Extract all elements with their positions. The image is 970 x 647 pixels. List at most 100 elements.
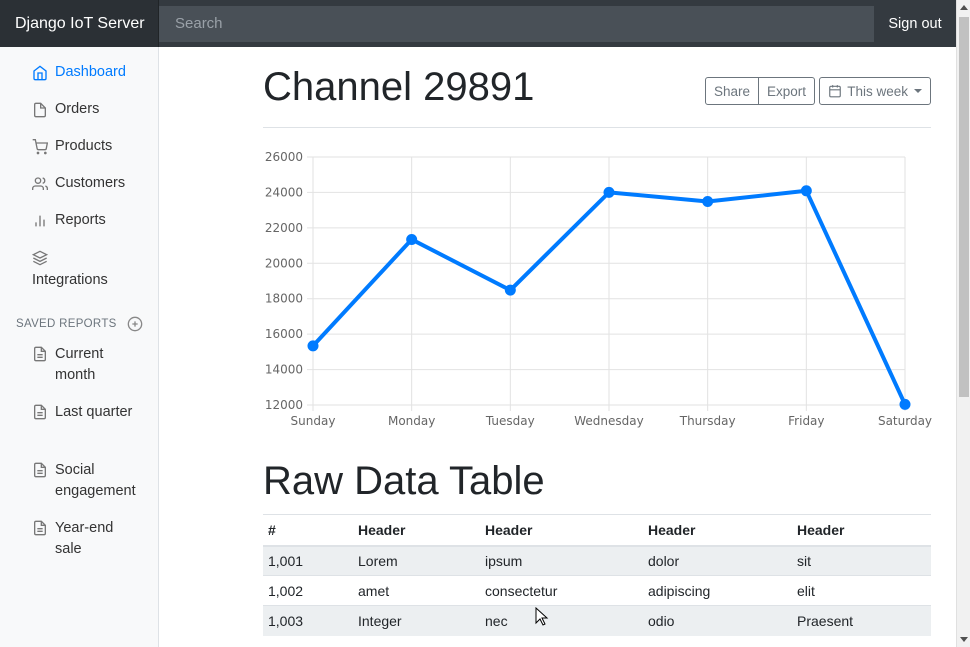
sidebar-item-orders[interactable]: Orders bbox=[0, 101, 158, 138]
data-point bbox=[504, 284, 516, 296]
table-cell: amet bbox=[353, 575, 480, 606]
table-cell: Integer bbox=[353, 605, 480, 636]
table-cell: 1,001 bbox=[263, 545, 353, 576]
line-chart: 12000 14000 16000 18000 20000 22000 24000 26000… bbox=[263, 145, 943, 435]
y-tick-label: 18000 bbox=[265, 292, 303, 306]
data-point bbox=[702, 195, 714, 207]
sidebar-item-label: Products bbox=[55, 138, 113, 154]
table-row: 1,002 amet consectetur adipiscing elit bbox=[263, 575, 931, 606]
page-title: Channel 29891 bbox=[263, 65, 535, 109]
table-cell: consectetur bbox=[480, 575, 643, 606]
table-row: 1,003 Integer nec odio Praesent bbox=[263, 605, 931, 636]
sidebar-item-label: Reports bbox=[55, 212, 106, 228]
share-button[interactable]: Share bbox=[704, 77, 759, 105]
saved-report-label: Current month bbox=[55, 346, 104, 383]
sidebar-item-customers[interactable]: Customers bbox=[0, 175, 158, 212]
bar-chart-icon bbox=[35, 215, 45, 227]
table-header: Header bbox=[643, 514, 792, 547]
sidebar-item-label: Integrations bbox=[32, 272, 108, 288]
saved-report-last-quarter[interactable]: Last quarter bbox=[0, 402, 158, 460]
table-header-row: # Header Header Header Header bbox=[263, 514, 931, 547]
x-tick-label: Saturday bbox=[878, 414, 932, 428]
saved-report-year-end-sale[interactable]: Year-end sale bbox=[0, 518, 158, 576]
sidebar-item-label: Orders bbox=[55, 101, 100, 117]
y-tick-label: 14000 bbox=[265, 363, 303, 377]
table-header: Header bbox=[353, 514, 480, 547]
data-point bbox=[800, 185, 812, 197]
x-tick-label: Wednesday bbox=[574, 414, 643, 428]
data-point bbox=[899, 398, 911, 410]
sidebar-item-products[interactable]: Products bbox=[0, 138, 158, 175]
file-icon bbox=[34, 102, 46, 118]
sidebar-item-label: Customers bbox=[55, 175, 126, 191]
cart-icon bbox=[32, 139, 48, 155]
saved-reports-heading: SAVED REPORTS bbox=[0, 313, 158, 335]
home-icon bbox=[33, 65, 47, 81]
table-cell: Praesent bbox=[792, 605, 931, 636]
x-tick-label: Sunday bbox=[291, 414, 336, 428]
mouse-cursor-icon bbox=[535, 607, 549, 626]
sign-out-link[interactable]: Sign out bbox=[874, 16, 956, 32]
data-point bbox=[307, 340, 319, 352]
page-header: Channel 29891 Share Export This week bbox=[263, 47, 931, 128]
data-point bbox=[603, 186, 615, 198]
calendar-icon bbox=[829, 85, 842, 98]
sidebar-item-dashboard[interactable]: Dashboard bbox=[0, 64, 158, 101]
y-tick-label: 26000 bbox=[265, 150, 303, 164]
search-input[interactable] bbox=[159, 5, 874, 42]
saved-report-label: Social engagement bbox=[55, 462, 136, 499]
file-text-icon bbox=[34, 404, 46, 420]
scroll-thumb[interactable] bbox=[959, 17, 969, 397]
saved-report-current-month[interactable]: Current month bbox=[0, 344, 158, 402]
sidebar: Dashboard Orders Products Customers Repo… bbox=[0, 47, 159, 647]
table-row: 1,001 Lorem ipsum dolor sit bbox=[263, 545, 931, 576]
table-cell: 1,003 bbox=[263, 605, 353, 636]
main-content: Channel 29891 Share Export This week bbox=[263, 47, 931, 128]
y-tick-label: 16000 bbox=[265, 327, 303, 341]
toolbar-button-group: Share Export bbox=[704, 77, 815, 105]
saved-report-social-engagement[interactable]: Social engagement bbox=[0, 460, 158, 518]
y-tick-label: 24000 bbox=[265, 185, 303, 199]
layers-icon bbox=[32, 250, 48, 266]
table-cell: dolor bbox=[643, 545, 792, 576]
y-tick-label: 12000 bbox=[265, 398, 303, 412]
y-tick-label: 20000 bbox=[265, 256, 303, 270]
data-point bbox=[406, 233, 418, 245]
plus-circle-icon[interactable] bbox=[127, 316, 143, 332]
saved-reports-title: SAVED REPORTS bbox=[16, 318, 117, 330]
table-cell: ipsum bbox=[480, 545, 643, 576]
chart-svg: 12000 14000 16000 18000 20000 22000 24000 26000… bbox=[265, 150, 932, 428]
date-range-dropdown[interactable]: This week bbox=[819, 77, 931, 105]
x-tick-label: Tuesday bbox=[485, 414, 535, 428]
table-header: Header bbox=[792, 514, 931, 547]
file-text-icon bbox=[34, 346, 46, 362]
table-cell: Lorem bbox=[353, 545, 480, 576]
saved-report-label: Last quarter bbox=[55, 404, 133, 420]
y-tick-label: 22000 bbox=[265, 221, 303, 235]
page-scrollbar[interactable] bbox=[956, 0, 970, 647]
table-cell: nec bbox=[480, 605, 643, 636]
sidebar-item-reports[interactable]: Reports bbox=[0, 212, 158, 249]
caret-down-icon bbox=[914, 89, 922, 93]
scroll-up-arrow-icon[interactable] bbox=[960, 5, 968, 10]
x-tick-label: Monday bbox=[388, 414, 435, 428]
saved-report-label: Year-end sale bbox=[55, 520, 114, 557]
table-cell: elit bbox=[792, 575, 931, 606]
date-range-label: This week bbox=[847, 83, 908, 99]
brand-link[interactable]: Django IoT Server bbox=[0, 0, 159, 47]
x-tick-label: Friday bbox=[788, 414, 824, 428]
sidebar-item-label: Dashboard bbox=[55, 64, 126, 80]
scroll-down-arrow-icon[interactable] bbox=[960, 637, 968, 642]
x-tick-label: Thursday bbox=[679, 414, 736, 428]
table-header: Header bbox=[480, 514, 643, 547]
file-text-icon bbox=[34, 520, 46, 536]
sidebar-item-integrations[interactable]: Integrations bbox=[0, 249, 158, 311]
table-cell: adipiscing bbox=[643, 575, 792, 606]
file-text-icon bbox=[34, 462, 46, 478]
users-icon bbox=[32, 177, 48, 190]
table-cell: 1,002 bbox=[263, 575, 353, 606]
raw-data-table: # Header Header Header Header 1,001 Lore… bbox=[263, 514, 931, 636]
export-button[interactable]: Export bbox=[758, 77, 815, 105]
top-navbar: Django IoT Server Sign out bbox=[0, 0, 956, 47]
table-header: # bbox=[263, 514, 353, 547]
